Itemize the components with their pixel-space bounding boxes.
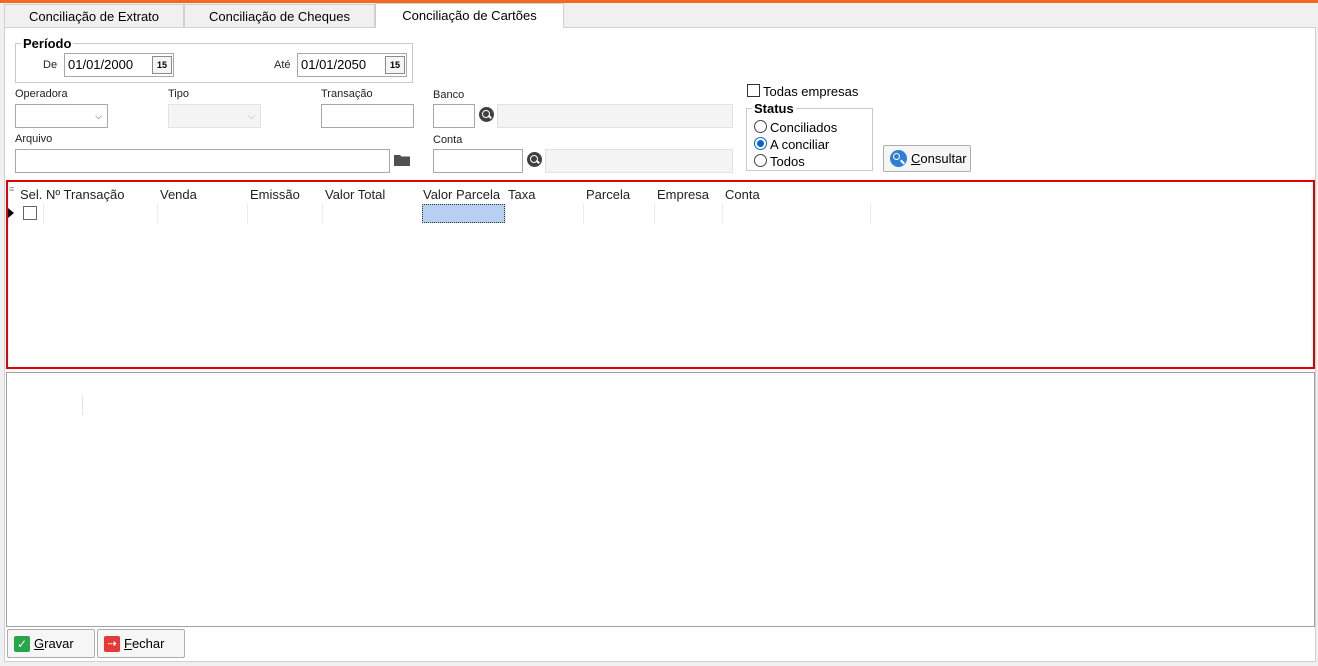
column-header-empresa[interactable]: Empresa: [657, 187, 709, 202]
detail-panel: [6, 372, 1315, 627]
row-select-checkbox[interactable]: [23, 206, 37, 220]
column-header-valor-total[interactable]: Valor Total: [325, 187, 385, 202]
check-icon: ✓: [14, 635, 30, 652]
column-header-valor-parcela[interactable]: Valor Parcela: [423, 187, 500, 202]
de-date-value: 01/01/2000: [68, 57, 134, 72]
chevron-down-icon: ⌵: [95, 111, 102, 121]
de-calendar-icon[interactable]: 15: [152, 56, 172, 74]
exit-icon: ⇢: [104, 635, 120, 652]
top-accent-bar: [0, 0, 1318, 3]
gravar-button[interactable]: ✓ Gravar: [7, 629, 95, 658]
tab-label: Conciliação de Cheques: [209, 9, 350, 24]
tab-conciliacao-cartoes[interactable]: Conciliação de Cartões: [375, 3, 564, 28]
calendar-glyph: 15: [156, 60, 167, 70]
column-separator: [322, 204, 323, 224]
column-separator: [247, 204, 248, 224]
column-separator: [43, 204, 44, 224]
conta-label: Conta: [433, 134, 463, 146]
conta-code-input[interactable]: [433, 149, 523, 173]
tab-conciliacao-extrato[interactable]: Conciliação de Extrato: [4, 4, 184, 28]
column-separator: [722, 204, 723, 224]
operadora-label: Operadora: [15, 88, 68, 100]
column-header-sel[interactable]: Sel.: [20, 187, 42, 202]
calendar-glyph: 15: [389, 60, 400, 70]
tab-label: Conciliação de Cartões: [402, 8, 537, 23]
status-todos-label: Todos: [770, 154, 805, 169]
de-label: De: [43, 59, 58, 71]
column-separator: [82, 395, 83, 415]
status-conciliados-radio[interactable]: [754, 120, 767, 133]
banco-code-input[interactable]: [433, 104, 475, 128]
periodo-legend: Período: [21, 36, 74, 51]
column-header-venda[interactable]: Venda: [160, 187, 197, 202]
todas-empresas-label: Todas empresas: [763, 84, 859, 99]
banco-search-icon[interactable]: [479, 107, 494, 122]
bottom-toolbar: ✓ Gravar ⇢ Fechar: [4, 627, 1316, 661]
consultar-label: Consultar: [911, 151, 967, 166]
transacao-input[interactable]: [321, 104, 414, 128]
column-separator: [505, 204, 506, 224]
column-separator: [157, 204, 158, 224]
tipo-select[interactable]: ⌵: [168, 104, 261, 128]
transactions-grid[interactable]: ≡ Sel. Nº Transação Venda Emissão Valor …: [6, 180, 1315, 369]
gravar-label: Gravar: [34, 636, 74, 651]
status-conciliados-label: Conciliados: [770, 120, 838, 135]
ate-calendar-icon[interactable]: 15: [385, 56, 405, 74]
ate-label: Até: [274, 59, 291, 71]
arquivo-input[interactable]: [15, 149, 390, 173]
consultar-button[interactable]: Consultar: [883, 145, 971, 172]
operadora-select[interactable]: ⌵: [15, 104, 108, 128]
grid-menu-icon[interactable]: ≡: [9, 184, 14, 194]
transacao-label: Transação: [321, 88, 373, 100]
banco-description-field: [497, 104, 733, 128]
column-header-emissao[interactable]: Emissão: [250, 187, 300, 202]
search-icon: [890, 150, 907, 167]
tab-conciliacao-cheques[interactable]: Conciliação de Cheques: [184, 4, 375, 28]
conta-search-icon[interactable]: [527, 152, 542, 167]
chevron-down-icon: ⌵: [248, 111, 255, 121]
conta-description-field: [545, 149, 733, 173]
status-todos-radio[interactable]: [754, 154, 767, 167]
fechar-label: Fechar: [124, 636, 165, 651]
column-header-taxa[interactable]: Taxa: [508, 187, 535, 202]
banco-label: Banco: [433, 89, 465, 101]
status-legend: Status: [752, 101, 796, 116]
fechar-button[interactable]: ⇢ Fechar: [97, 629, 185, 658]
selected-cell-valor-parcela[interactable]: [422, 204, 505, 223]
row-indicator-icon: [8, 208, 14, 218]
status-a-conciliar-label: A conciliar: [770, 137, 830, 152]
column-header-parcela[interactable]: Parcela: [586, 187, 630, 202]
column-separator: [654, 204, 655, 224]
status-a-conciliar-radio[interactable]: [754, 137, 767, 150]
column-header-n-transacao[interactable]: Nº Transação: [46, 187, 124, 202]
tab-label: Conciliação de Extrato: [28, 9, 160, 24]
todas-empresas-checkbox[interactable]: [747, 84, 760, 97]
ate-date-value: 01/01/2050: [301, 57, 367, 72]
column-header-conta[interactable]: Conta: [725, 187, 760, 202]
arquivo-label: Arquivo: [15, 133, 53, 145]
column-separator: [870, 204, 871, 224]
tipo-label: Tipo: [168, 88, 189, 100]
column-separator: [583, 204, 584, 224]
folder-icon[interactable]: [394, 154, 410, 166]
